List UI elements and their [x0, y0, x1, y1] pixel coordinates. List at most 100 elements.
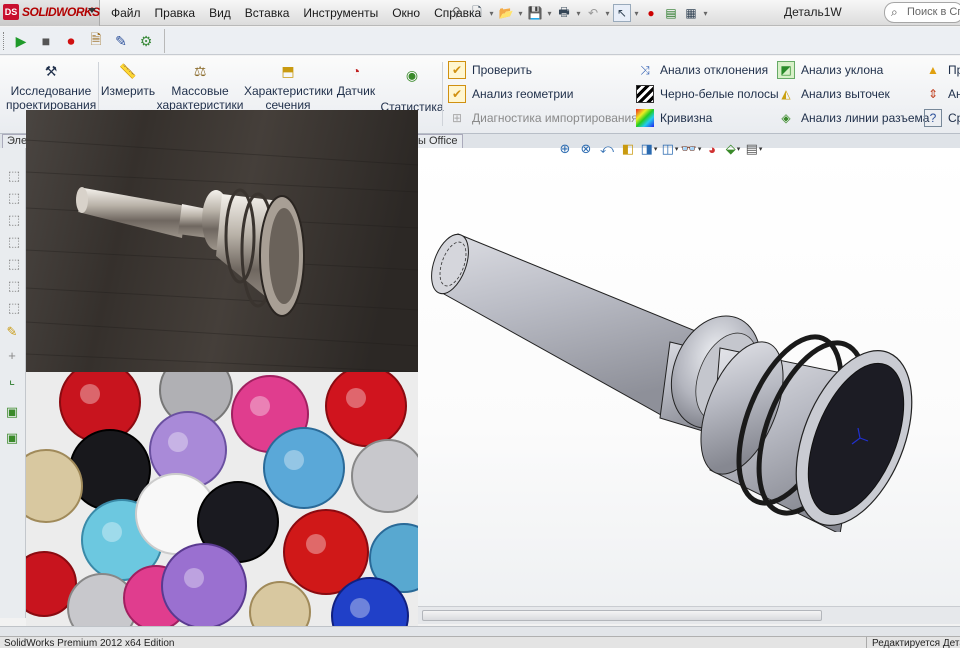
menu-insert[interactable]: Вставка: [238, 6, 297, 20]
truncated-tool-2-label: Ан: [948, 87, 960, 101]
import-diagnostics-button[interactable]: ⊞ Диагностика импортирования: [448, 108, 638, 128]
cube-icon[interactable]: ⬚: [6, 212, 22, 228]
dropdown-icon[interactable]: ▾: [517, 4, 524, 22]
mass-properties-button[interactable]: ⚖ Массовые характеристики: [156, 62, 244, 112]
dropdown-icon[interactable]: ▾: [702, 4, 709, 22]
toolbar-grip[interactable]: [3, 32, 6, 50]
feature-manager-strip: ⬚ ⬚ ⬚ ⬚ ⬚ ⬚ ⬚ ✎ + ⌞ ▣ ▣: [0, 148, 26, 618]
thickness-icon: ⇕: [927, 87, 939, 101]
truncated-tool-1[interactable]: ▲ Пр: [924, 60, 960, 80]
print-icon[interactable]: 🖶: [555, 4, 573, 22]
parting-line-label: Анализ линии разъема: [801, 111, 930, 125]
cube-icon[interactable]: ⬚: [6, 300, 22, 316]
macro-toolbar: ▶ ■ ⏺ 🗎 ✎ ⚙: [0, 27, 960, 55]
record-macro-icon[interactable]: ⏺: [60, 30, 82, 52]
edit-appearance-icon[interactable]: ◕: [702, 139, 722, 159]
menu-bar: Файл Правка Вид Вставка Инструменты Окно…: [104, 0, 488, 26]
zoom-to-fit-icon[interactable]: ⊕: [555, 139, 575, 159]
previous-view-icon[interactable]: ⤺: [597, 139, 617, 159]
cube-icon[interactable]: ⬚: [6, 190, 22, 206]
origin-icon[interactable]: ⌞: [4, 372, 20, 388]
menu-window[interactable]: Окно: [385, 6, 427, 20]
menu-view[interactable]: Вид: [202, 6, 238, 20]
document-title: Деталь1W: [784, 5, 842, 19]
traffic-light-icon[interactable]: ●: [642, 4, 660, 22]
draft-analysis-button[interactable]: ◩ Анализ уклона: [777, 60, 883, 80]
customize-macro-icon[interactable]: ⚙: [135, 30, 157, 52]
statistics-button[interactable]: ◉ Статистика: [380, 66, 444, 114]
ribbon-divider: [442, 62, 443, 126]
dropdown-icon[interactable]: ▾: [488, 4, 495, 22]
section-properties-button[interactable]: ⬒ Характеристики сечения: [244, 62, 333, 112]
search-input[interactable]: ⌕ Поиск в Спр: [884, 2, 960, 23]
deviation-analysis-icon: ⤨: [640, 62, 650, 77]
new-macro-icon[interactable]: 🗎: [85, 30, 107, 52]
cube-icon[interactable]: ⬚: [6, 278, 22, 294]
open-folder-icon[interactable]: 📂: [497, 4, 515, 22]
undo-icon[interactable]: ↶: [584, 4, 602, 22]
status-edition-text: SolidWorks Premium 2012 x64 Edition: [4, 638, 175, 648]
cube-icon[interactable]: ⬚: [6, 168, 22, 184]
horizontal-scrollbar[interactable]: [418, 606, 960, 624]
feature-icon[interactable]: ▣: [4, 404, 20, 420]
geometry-analysis-button[interactable]: ✔ Анализ геометрии: [448, 84, 573, 104]
zebra-stripes-button[interactable]: Черно-белые полосы: [636, 84, 779, 104]
statistics-icon: ◉: [405, 67, 419, 83]
sketch-icon[interactable]: ✎: [4, 324, 20, 340]
menu-edit[interactable]: Правка: [148, 6, 203, 20]
scrollbar-thumb[interactable]: [422, 610, 822, 621]
photo-rhinestones: [26, 372, 418, 626]
edit-macro-icon[interactable]: ✎: [110, 30, 132, 52]
deviation-analysis-button[interactable]: ⤨ Анализ отклонения: [636, 60, 768, 80]
rebuild-icon[interactable]: ▤: [662, 4, 680, 22]
cube-icon[interactable]: ⬚: [6, 256, 22, 272]
pin-icon[interactable]: ⚲: [452, 5, 464, 19]
section-properties-label: Характеристики сечения: [244, 84, 333, 112]
run-macro-icon[interactable]: ▶: [10, 30, 32, 52]
curvature-button[interactable]: Кривизна: [636, 108, 712, 128]
section-properties-icon: ⬒: [281, 63, 295, 79]
design-study-button[interactable]: ⚒ Исследование проектирования: [6, 62, 96, 112]
parting-line-icon: ◈: [781, 111, 791, 125]
solidworks-logo[interactable]: DS SOLIDWORKS: [0, 0, 100, 26]
truncated-tool-1-label: Пр: [948, 63, 960, 77]
logo-dropdown-arrow-icon[interactable]: [88, 8, 96, 13]
geometry-analysis-icon: ✔: [448, 85, 466, 103]
undercut-analysis-button[interactable]: ◭ Анализ выточек: [777, 84, 889, 104]
check-button[interactable]: ✔ Проверить: [448, 60, 532, 80]
menu-tools[interactable]: Инструменты: [296, 6, 385, 20]
truncated-tool-3[interactable]: ? Ср: [924, 108, 960, 128]
view-orientation-icon[interactable]: ◨ ▾: [639, 139, 659, 159]
draft-analysis-icon: ◩: [777, 61, 795, 79]
ds-logo-mark: DS: [3, 4, 19, 20]
stop-macro-icon[interactable]: ■: [35, 30, 57, 52]
part-3d-model[interactable]: [420, 222, 920, 532]
dropdown-icon[interactable]: ▾: [633, 4, 640, 22]
save-icon[interactable]: 💾: [526, 4, 544, 22]
title-bar: DS SOLIDWORKS Файл Правка Вид Вставка Ин…: [0, 0, 960, 26]
parting-line-analysis-button[interactable]: ◈ Анализ линии разъема: [777, 108, 929, 128]
dropdown-icon[interactable]: ▾: [546, 4, 553, 22]
sensor-button[interactable]: ◔ Датчик: [334, 62, 378, 98]
measure-button[interactable]: 📏 Измерить: [100, 62, 156, 98]
undercut-analysis-icon: ◭: [781, 87, 791, 101]
warning-icon: ▲: [927, 63, 939, 77]
dropdown-icon[interactable]: ▾: [604, 4, 611, 22]
zoom-to-area-icon[interactable]: ⊗: [576, 139, 596, 159]
options-icon[interactable]: ▦: [682, 4, 700, 22]
plane-icon[interactable]: +: [4, 348, 20, 364]
truncated-tool-3-label: Ср: [948, 111, 960, 125]
menu-file[interactable]: Файл: [104, 6, 148, 20]
cube-icon[interactable]: ⬚: [6, 234, 22, 250]
truncated-tool-2[interactable]: ⇕ Ан: [924, 84, 960, 104]
hide-show-items-icon[interactable]: 👓 ▾: [681, 139, 702, 159]
feature-icon[interactable]: ▣: [4, 430, 20, 446]
apply-scene-icon[interactable]: ⬙ ▾: [723, 139, 743, 159]
model-tabs-bar: [0, 626, 960, 636]
view-settings-icon[interactable]: ▤ ▾: [744, 139, 764, 159]
section-view-icon[interactable]: ◧: [618, 139, 638, 159]
new-document-icon[interactable]: 🗋: [468, 4, 486, 22]
select-arrow-icon[interactable]: ↖: [613, 4, 631, 22]
dropdown-icon[interactable]: ▾: [575, 4, 582, 22]
display-style-icon[interactable]: ◫ ▾: [660, 139, 680, 159]
